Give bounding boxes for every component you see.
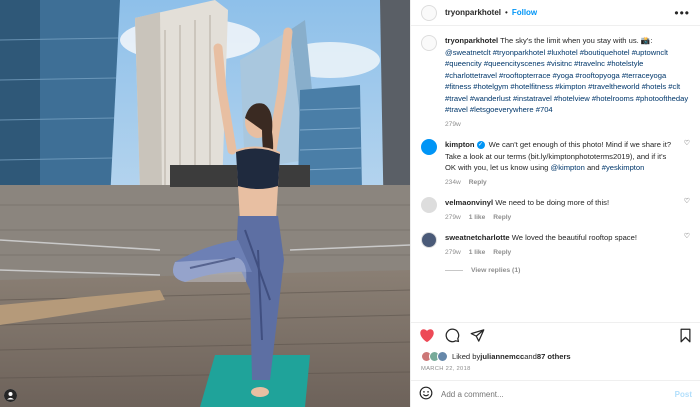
post-button[interactable]: Post	[675, 390, 692, 399]
avatar[interactable]	[421, 197, 437, 213]
comment-mention[interactable]: @kimpton	[551, 163, 585, 172]
like-comment-icon[interactable]: ♡	[680, 139, 690, 188]
avatar[interactable]	[421, 35, 437, 51]
comment-text-and: and	[584, 163, 602, 172]
comment-age[interactable]: 234w	[445, 177, 461, 189]
avatar[interactable]	[421, 232, 437, 248]
verified-badge-icon: ✓	[476, 141, 485, 149]
caption-tags[interactable]: @sweatnetclt #tryonparkhotel #luxhotel #…	[445, 48, 688, 115]
avatar[interactable]	[421, 139, 437, 155]
add-comment-bar: Post	[411, 380, 700, 407]
liker-avatars[interactable]	[421, 351, 448, 362]
comments-list[interactable]: tryonparkhotel The sky's the limit when …	[411, 27, 700, 317]
comment-username[interactable]: sweatnetcharlotte	[445, 233, 510, 242]
comment-username[interactable]: kimpton	[445, 140, 475, 149]
comment-username[interactable]: velmaonvinyl	[445, 198, 493, 207]
post-date[interactable]: MARCH 22, 2018	[421, 366, 471, 372]
avatar[interactable]	[421, 4, 437, 21]
bookmark-icon[interactable]	[679, 328, 692, 345]
account-icon[interactable]	[4, 389, 17, 402]
comment-hashtag[interactable]: #yeskimpton	[602, 163, 645, 172]
post-header: tryonparkhotel • Follow •••	[411, 0, 700, 26]
view-replies-label[interactable]: View replies (1)	[471, 267, 520, 274]
comment-icon[interactable]	[445, 328, 460, 345]
caption-username[interactable]: tryonparkhotel	[445, 36, 498, 45]
comment-age[interactable]: 279w	[445, 247, 461, 259]
more-options-icon[interactable]: •••	[674, 6, 690, 20]
caption-row: tryonparkhotel The sky's the limit when …	[421, 35, 690, 130]
caption-text: The sky's the limit when you stay with u…	[500, 36, 653, 45]
comment-row: sweatnetcharlotte We loved the beautiful…	[421, 232, 690, 258]
post-sidebar: tryonparkhotel • Follow ••• tryonparkhot…	[410, 0, 700, 407]
liked-by-user[interactable]: juliannemcc	[480, 352, 524, 361]
likes-mid: and	[524, 352, 537, 361]
emoji-icon[interactable]	[419, 386, 433, 402]
action-bar	[411, 322, 700, 350]
comment-row: kimpton ✓ We can't get enough of this pho…	[421, 139, 690, 188]
caption-age[interactable]: 279w	[445, 119, 461, 131]
comment-likes[interactable]: 1 like	[469, 212, 486, 224]
comment-row: velmaonvinyl We need to be doing more of…	[421, 197, 690, 223]
comment-age[interactable]: 279w	[445, 212, 461, 224]
follow-button[interactable]: Follow	[512, 8, 537, 17]
heart-icon[interactable]	[419, 328, 435, 345]
like-comment-icon[interactable]: ♡	[680, 197, 690, 223]
comment-likes[interactable]: 1 like	[469, 247, 486, 259]
separator-dot: •	[505, 8, 508, 17]
view-replies-button[interactable]: View replies (1)	[445, 267, 690, 274]
reply-button[interactable]: Reply	[469, 177, 487, 189]
replies-line	[445, 270, 463, 271]
post-photo[interactable]	[0, 0, 410, 407]
comment-input[interactable]	[441, 389, 667, 399]
comment-text: We need to be doing more of this!	[495, 198, 610, 207]
like-comment-icon[interactable]: ♡	[680, 232, 690, 258]
likes-summary: Liked by juliannemcc and 87 others	[421, 351, 690, 362]
photo-scene	[0, 0, 410, 407]
likes-count[interactable]: 87 others	[537, 352, 571, 361]
comment-text: We loved the beautiful rooftop space!	[511, 233, 637, 242]
reply-button[interactable]: Reply	[493, 247, 511, 259]
reply-button[interactable]: Reply	[493, 212, 511, 224]
header-username[interactable]: tryonparkhotel	[445, 8, 501, 17]
share-icon[interactable]	[470, 328, 485, 345]
likes-prefix: Liked by	[452, 352, 481, 361]
